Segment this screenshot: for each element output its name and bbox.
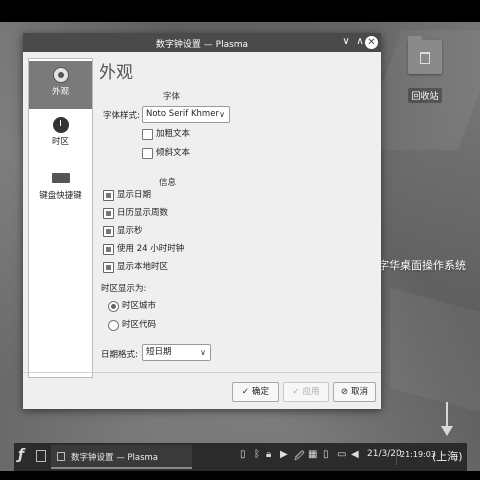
radio-button[interactable] [108,320,119,331]
date-format-select[interactable]: 短日期 ∨ [142,344,211,361]
appearance-icon [52,67,69,83]
checkbox-label: 日历显示周数 [117,208,169,218]
apply-button-label: 应用 [302,387,320,397]
checkbox-label: 显示秒 [117,226,143,236]
settings-window: 数字钟设置 — Plasma ∨ ∧ ✕ 外观 时区 键盘快捷键 外观 字体 字… [23,33,381,409]
checkbox-label: 加粗文本 [156,129,191,139]
timezone-display-label: 时区显示为: [101,284,147,294]
radio-label: 时区代码 [122,320,157,330]
checkbox-label: 显示日期 [117,190,152,200]
display-icon[interactable]: ▭ [337,449,346,460]
clock-time[interactable]: 21:19:03 [400,450,436,459]
settings-sidebar: 外观 时区 键盘快捷键 [28,58,93,378]
calendar-icon[interactable]: ▦ [308,449,317,460]
page-title: 外观 [99,63,133,83]
active-task-indicator [51,467,192,469]
close-button[interactable]: ✕ [365,36,378,49]
wallpaper-shape [390,287,480,413]
lock-icon[interactable]: 🔒︎ [266,449,271,460]
font-select[interactable]: Noto Serif Khmer ∨ [142,106,230,123]
chevron-down-icon: ∨ [219,110,225,119]
desktop-brand-text: 字华桌面操作系统 [378,259,466,272]
sidebar-item-appearance[interactable]: 外观 [29,61,92,109]
font-section-heading: 字体 [163,92,181,102]
trash-label: 回收站 [408,88,442,103]
checkbox-box[interactable] [103,244,114,255]
task-label: 数字钟设置 — Plasma [71,453,159,463]
apply-button[interactable]: ✓ 应用 [283,382,329,402]
font-style-label: 字体样式: [103,111,140,121]
clock-separator [396,449,397,465]
checkbox-label: 使用 24 小时时钟 [117,244,185,254]
app-launcher-icon[interactable]: ƒ [18,447,32,465]
check-icon: ✓ [241,387,250,397]
media-icon[interactable]: ▶ [280,449,288,460]
checkbox-box[interactable] [103,262,114,273]
cancel-button-label: 取消 [351,387,369,397]
window-title: 数字钟设置 — Plasma [155,40,249,50]
clock-icon [52,117,69,133]
sidebar-item-label: 键盘快捷键 [39,191,82,201]
date-format-value: 短日期 [146,347,172,357]
cancel-icon: ⊘ [340,387,349,397]
pager-icon[interactable] [36,450,46,462]
trash-desktop-icon[interactable]: 回收站 [404,36,446,103]
radio-label: 时区城市 [122,301,157,311]
down-arrow-icon [441,402,453,438]
ok-button[interactable]: ✓ 确定 [232,382,279,402]
window-titlebar[interactable]: 数字钟设置 — Plasma ∨ ∧ ✕ [23,33,381,52]
taskbar: ƒ 数字钟设置 — Plasma ▯ ᛒ 🔒︎ ▶ 🖉︎ ▦ ▯ ▭ ◀︎ 21… [14,443,467,471]
volume-icon[interactable]: ◀︎ [351,449,359,460]
date-format-label: 日期格式: [101,350,138,360]
bottom-black-bar [0,471,480,480]
checkbox-label: 倾斜文本 [156,148,191,158]
checkbox-box[interactable] [142,148,153,159]
cancel-button[interactable]: ⊘ 取消 [333,382,376,402]
footer-divider [23,372,381,373]
font-select-value: Noto Serif Khmer [146,109,219,119]
minimize-button[interactable]: ∨ [339,35,353,49]
sidebar-item-timezone[interactable]: 时区 [29,111,92,159]
checkbox-box[interactable] [142,129,153,140]
top-black-bar [0,0,480,22]
checkbox-label: 显示本地时区 [117,262,169,272]
clock-timezone[interactable]: (上海) [432,448,463,464]
taskbar-task-settings[interactable]: 数字钟设置 — Plasma [51,445,192,469]
sidebar-item-label: 时区 [51,137,69,147]
window-icon [57,452,65,461]
chevron-down-icon: ∨ [200,348,206,357]
sidebar-item-keyboard-shortcuts[interactable]: 键盘快捷键 [29,163,92,211]
clipboard-icon[interactable]: ▯ [240,449,246,460]
trash-bin-icon [420,52,430,64]
ok-button-label: 确定 [252,387,270,397]
bluetooth-icon[interactable]: ᛒ [254,449,260,460]
info-section-heading: 信息 [159,178,177,188]
trash-folder-icon [408,36,442,74]
radio-button[interactable] [108,301,119,312]
sidebar-item-label: 外观 [51,87,69,97]
checkbox-box[interactable] [103,226,114,237]
checkbox-box[interactable] [103,208,114,219]
keyboard-icon [51,173,70,183]
checkbox-box[interactable] [103,190,114,201]
check-icon: ✓ [292,387,300,397]
input-method-icon[interactable]: 🖉︎ [294,449,305,466]
network-icon[interactable]: ▯ [323,449,329,460]
